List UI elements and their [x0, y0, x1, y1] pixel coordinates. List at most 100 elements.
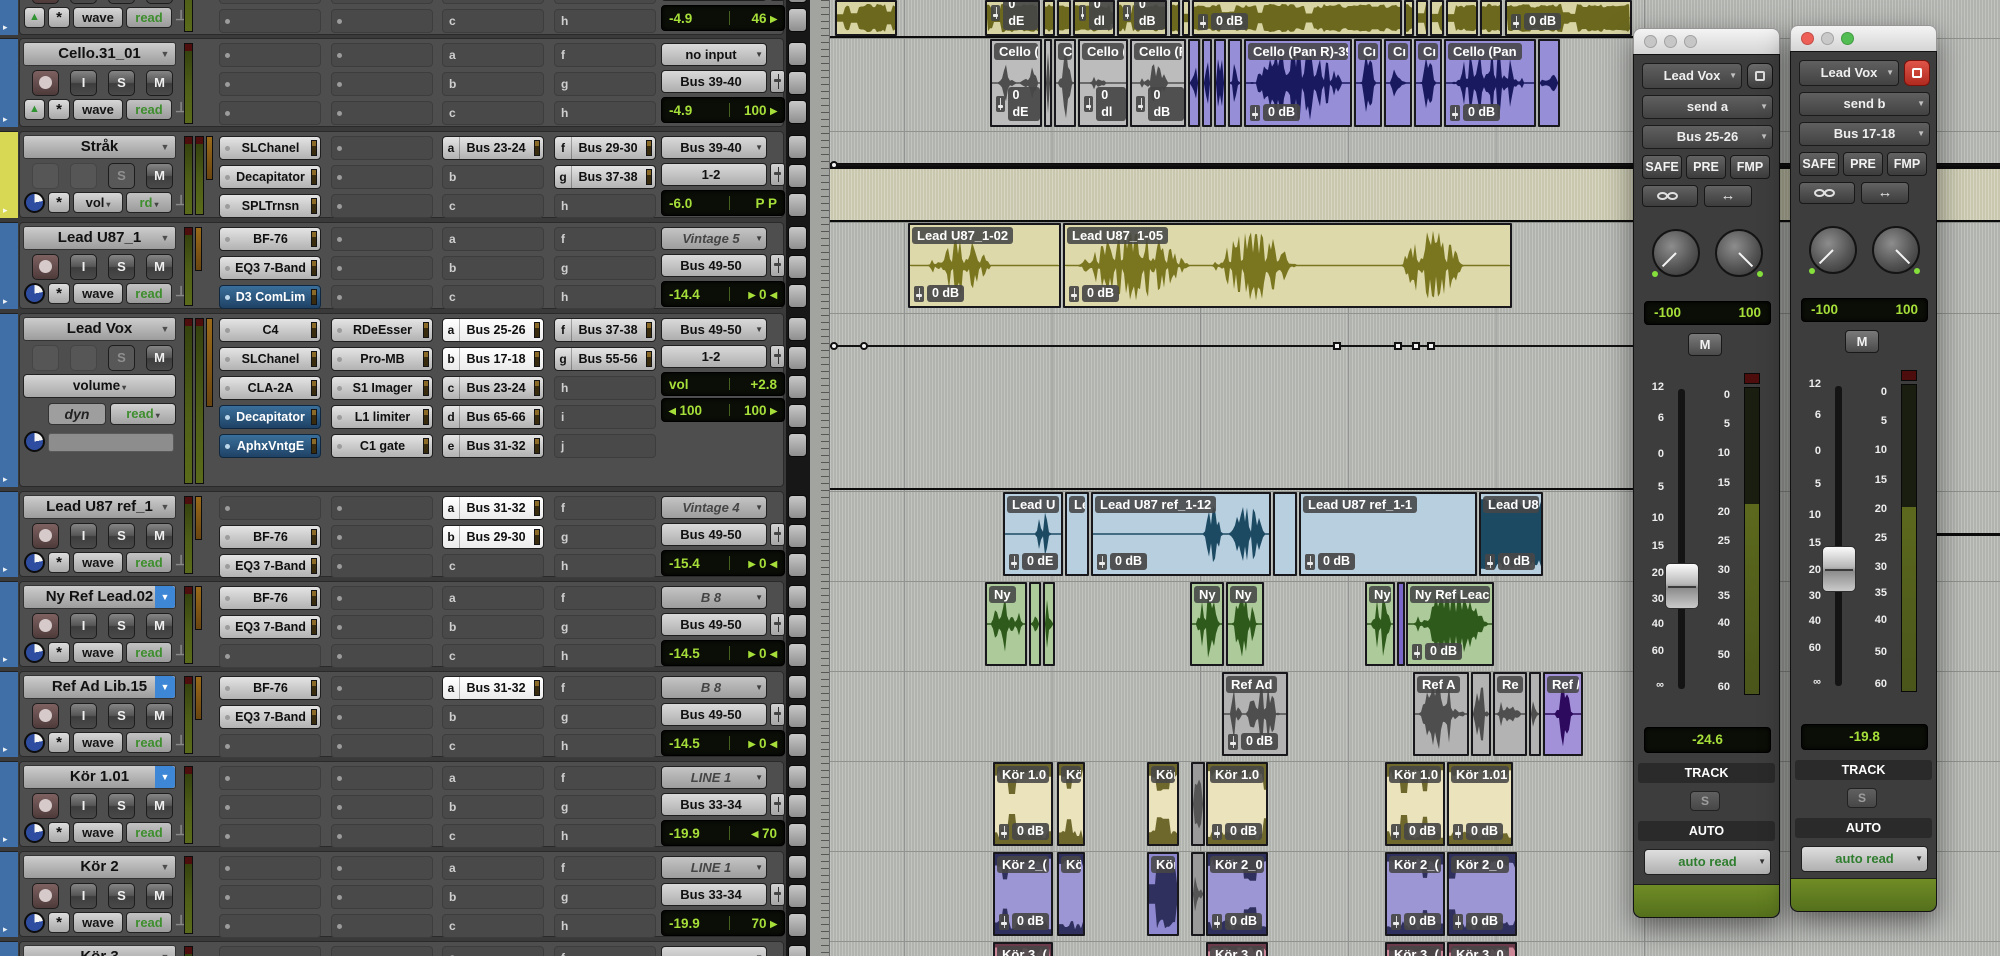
volume-pan-display[interactable]: -6.0P P: [661, 190, 785, 216]
insert-slot[interactable]: AphxVntgE: [219, 434, 321, 458]
clip-gain-badge[interactable]: 0 dB: [1250, 104, 1300, 121]
audio-clip[interactable]: Kör 3_0: [1206, 942, 1268, 956]
solo-button[interactable]: S: [108, 703, 135, 729]
audio-clip[interactable]: [1191, 852, 1205, 936]
send-slot-empty[interactable]: h: [554, 914, 656, 938]
send-slot-empty[interactable]: g: [554, 525, 656, 549]
automation-breakpoint[interactable]: [860, 342, 868, 350]
audio-clip[interactable]: Kör 2_00 dB: [1206, 852, 1268, 936]
audio-clip[interactable]: [1538, 39, 1560, 127]
insert-slot[interactable]: EQ3 7-Band: [219, 615, 321, 639]
playlist-lane-button[interactable]: [788, 317, 807, 341]
track-name[interactable]: Lead U87 ref_1: [23, 495, 176, 519]
track-name-menu-arrow-icon[interactable]: ▼: [155, 43, 175, 65]
send-slot-empty[interactable]: b: [442, 795, 544, 819]
volume-pan-display[interactable]: -15.4▸ 0 ◂: [661, 550, 785, 576]
playlist-lane-button[interactable]: [788, 375, 807, 399]
record-arm-button[interactable]: [32, 883, 59, 909]
insert-slot[interactable]: C1 gate: [331, 434, 433, 458]
clip-gain-badge[interactable]: 0 dB: [1212, 913, 1262, 930]
clip-gain-badge[interactable]: 0 dB: [1391, 823, 1441, 840]
record-arm-button[interactable]: [32, 703, 59, 729]
insert-slot-empty[interactable]: [331, 496, 433, 520]
playlist-lane-button[interactable]: [788, 614, 807, 638]
audio-clip[interactable]: Cı: [1354, 39, 1382, 127]
track-name-menu-arrow-icon[interactable]: ▼: [155, 766, 175, 788]
clip-gain-badge[interactable]: 0 dB: [1485, 553, 1535, 570]
clip-gain-badge[interactable]: 0 dB: [1136, 87, 1184, 121]
mute-button[interactable]: M: [146, 254, 173, 280]
send-slot-empty[interactable]: g: [554, 795, 656, 819]
mute-button[interactable]: M: [146, 613, 173, 639]
audio-clip[interactable]: [1029, 582, 1041, 666]
automation-mode-button[interactable]: read: [126, 283, 172, 304]
playlist-lane-button[interactable]: [788, 884, 807, 908]
playlist-lane-button[interactable]: [788, 675, 807, 699]
volume-pan-display[interactable]: -4.946 ▸: [661, 5, 785, 31]
insert-slot[interactable]: BF-76: [219, 676, 321, 700]
send-slot-empty[interactable]: f: [554, 227, 656, 251]
spread-arrows-icon[interactable]: ↔: [1861, 182, 1909, 204]
audio-clip[interactable]: Lead U87_1-050 dB: [1063, 223, 1512, 308]
insert-slot[interactable]: C4: [219, 318, 321, 342]
audio-clip[interactable]: [1043, 582, 1055, 666]
insert-slot-empty[interactable]: [219, 496, 321, 520]
link-button[interactable]: [1642, 185, 1698, 207]
minimize-window-icon[interactable]: [1664, 35, 1677, 48]
send-mute-button[interactable]: M: [1688, 333, 1722, 356]
insert-slot-empty[interactable]: [219, 946, 321, 956]
close-window-icon[interactable]: [1644, 35, 1657, 48]
audio-clip[interactable]: [1228, 39, 1242, 127]
pre-button[interactable]: PRE: [1686, 155, 1726, 179]
insert-slot[interactable]: Decapitator: [219, 405, 321, 429]
volume-pan-display[interactable]: vol+2.8: [661, 372, 785, 396]
clip-gain-badge[interactable]: 0 dE: [991, 0, 1038, 30]
track-name[interactable]: Ref Ad Lib.15: [23, 675, 176, 699]
audio-clip[interactable]: 0 dE: [985, 0, 1040, 36]
playlist-lane-button[interactable]: [788, 404, 807, 428]
track-color-strip[interactable]: ▸: [0, 222, 18, 309]
playlist-lane-button[interactable]: [788, 765, 807, 789]
track-name[interactable]: Kör 3: [23, 945, 176, 956]
audio-clip[interactable]: Cı: [1384, 39, 1412, 127]
insert-slot-empty[interactable]: [331, 676, 433, 700]
input-monitor-button[interactable]: I: [70, 70, 97, 96]
track-color-strip[interactable]: ▸: [0, 38, 18, 127]
insert-slot-empty[interactable]: [331, 0, 433, 4]
clock-icon[interactable]: [24, 912, 45, 933]
insert-slot-empty[interactable]: [219, 644, 321, 668]
playlist-lane-button[interactable]: [788, 495, 807, 519]
input-path-selector[interactable]: Bus 39-40▼: [661, 136, 767, 159]
send-slot-empty[interactable]: f: [554, 856, 656, 880]
audio-clip[interactable]: Cı: [1414, 39, 1442, 127]
track-color-strip[interactable]: ▸: [0, 313, 18, 487]
track-name-menu-arrow-icon[interactable]: ▼: [155, 946, 175, 956]
send-slot[interactable]: aBus 25-26: [442, 318, 544, 342]
track-color-strip[interactable]: ▸: [0, 761, 18, 847]
track-name-menu-arrow-icon[interactable]: ▼: [155, 136, 175, 158]
input-path-selector[interactable]: Bus 49-50▼: [661, 318, 767, 341]
snapshot-button[interactable]: *: [48, 99, 70, 120]
send-slot-empty[interactable]: c: [442, 194, 544, 218]
automation-mode-selector[interactable]: auto read▼: [1644, 849, 1771, 875]
send-slot[interactable]: aBus 31-32: [442, 676, 544, 700]
send-slot-empty[interactable]: h: [554, 101, 656, 125]
track-name[interactable]: Stråk: [23, 135, 176, 159]
volume-pan-display[interactable]: ◂ 100100 ▸: [661, 398, 785, 422]
insert-slot-empty[interactable]: [219, 72, 321, 96]
playlist-lane-button[interactable]: [788, 823, 807, 847]
clip-gain-badge[interactable]: 0 dB: [1391, 913, 1441, 930]
audio-clip[interactable]: Kör 2_(0 dB: [993, 852, 1053, 936]
send-slot[interactable]: bBus 17-18: [442, 347, 544, 371]
output-path-selector[interactable]: Bus 49-50: [661, 703, 767, 726]
audio-clip[interactable]: Köı: [1147, 762, 1179, 846]
playlist-lane-button[interactable]: [788, 733, 807, 757]
output-window-button[interactable]: [770, 345, 785, 368]
output-window-button[interactable]: [770, 0, 785, 1]
send-slot-empty[interactable]: a: [442, 586, 544, 610]
clock-icon[interactable]: [24, 732, 45, 753]
audio-clip[interactable]: [1480, 0, 1502, 36]
clock-icon[interactable]: [24, 283, 45, 304]
audio-clip[interactable]: Kör 1.00 dB: [1385, 762, 1445, 846]
track-name[interactable]: Ny Ref Lead.02: [23, 585, 176, 609]
